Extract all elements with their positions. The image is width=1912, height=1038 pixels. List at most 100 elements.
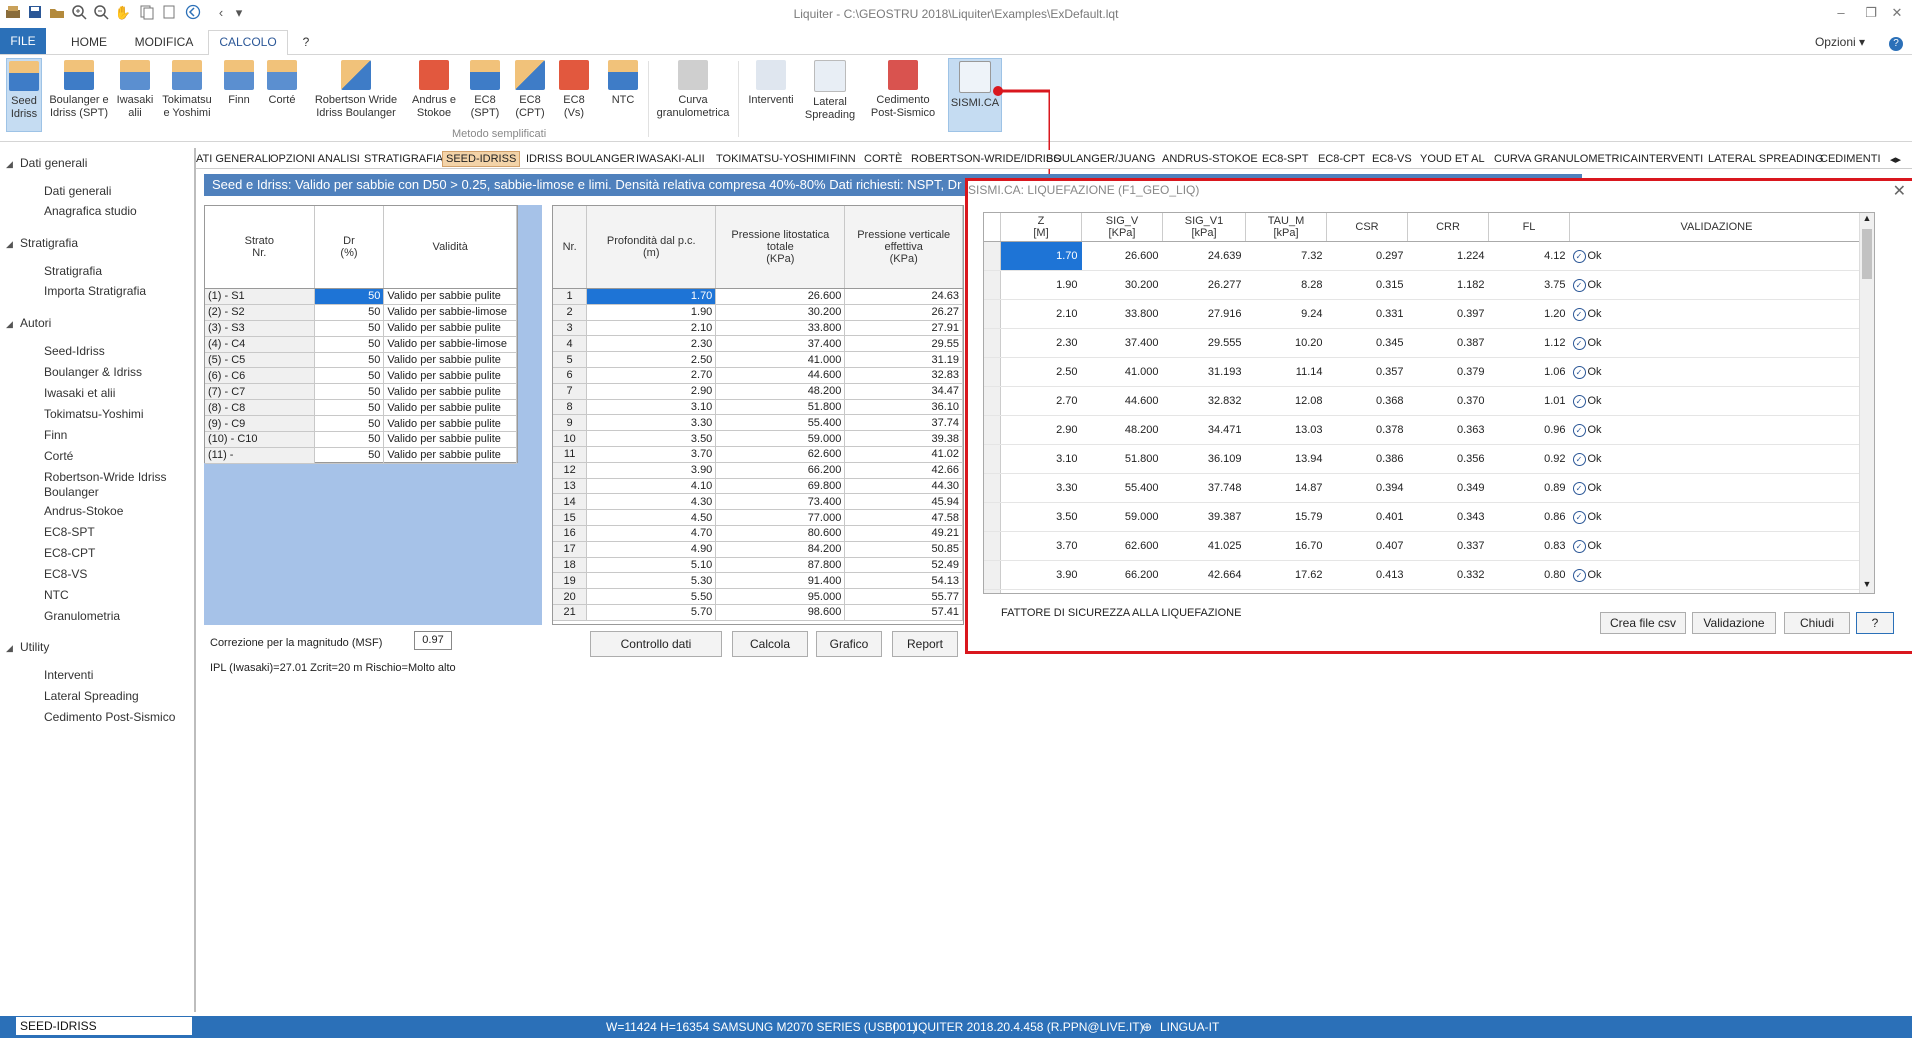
step-tabs-scroll-icon[interactable]: ◂▸: [1890, 153, 1901, 166]
dr-cell[interactable]: 50: [314, 447, 385, 464]
total-pressure-cell[interactable]: 48.200: [715, 383, 846, 400]
validation-cell[interactable]: ✓Ok: [1569, 560, 1864, 590]
effective-pressure-cell[interactable]: 54.13: [844, 572, 963, 590]
sig-v1-cell[interactable]: 27.916: [1162, 299, 1246, 329]
row-number-cell[interactable]: 4: [553, 335, 588, 353]
depth-cell[interactable]: 2.30: [586, 335, 717, 353]
help-icon[interactable]: ?: [1886, 31, 1906, 53]
sig-v-cell[interactable]: 44.600: [1081, 386, 1163, 416]
tau-m-cell[interactable]: 18.52: [1245, 589, 1327, 593]
crr-cell[interactable]: 0.332: [1407, 560, 1489, 590]
tab-help[interactable]: ?: [292, 31, 320, 53]
tau-m-cell[interactable]: 12.08: [1245, 386, 1327, 416]
fl-cell[interactable]: 1.01: [1488, 386, 1570, 416]
table-row[interactable]: 6 2.70 44.600 32.83: [553, 367, 963, 384]
scroll-down-icon[interactable]: ▼: [1861, 579, 1873, 593]
restore-icon[interactable]: ❐: [1860, 4, 1882, 22]
sig-v-cell[interactable]: 55.400: [1081, 473, 1163, 503]
validation-cell[interactable]: ✓Ok: [1569, 270, 1864, 300]
nav-item-seed-idriss[interactable]: Seed-Idriss: [44, 344, 184, 359]
nav-item-finn[interactable]: Finn: [44, 428, 184, 443]
z-cell[interactable]: 3.50: [1000, 502, 1082, 532]
tau-m-cell[interactable]: 17.62: [1245, 560, 1327, 590]
depth-cell[interactable]: 3.70: [586, 446, 717, 463]
depth-cell[interactable]: 4.10: [586, 478, 717, 495]
table-row[interactable]: 18 5.10 87.800 52.49: [553, 557, 963, 574]
fl-cell[interactable]: 3.75: [1488, 270, 1570, 300]
sig-v1-cell[interactable]: 34.471: [1162, 415, 1246, 445]
table-row[interactable]: 2.10 33.800 27.916 9.24 0.331 0.397 1.20 ✓ Ok: [984, 299, 1864, 329]
dr-cell[interactable]: 50: [314, 304, 385, 321]
sig-v1-cell[interactable]: 41.025: [1162, 531, 1246, 561]
row-number-cell[interactable]: 12: [553, 462, 588, 479]
strato-cell[interactable]: (3) - S3: [205, 320, 315, 337]
effective-pressure-cell[interactable]: 34.47: [844, 383, 963, 400]
ribbon-btn-ntc[interactable]: NTC: [604, 58, 642, 130]
sig-v1-cell[interactable]: 44.303: [1162, 589, 1246, 593]
tau-m-cell[interactable]: 9.24: [1245, 299, 1327, 329]
row-number-cell[interactable]: 2: [553, 304, 588, 321]
ribbon-btn-interventi[interactable]: Interventi: [744, 58, 798, 130]
ribbon-btn-cedimento[interactable]: Cedimento Post-Sismico: [866, 58, 940, 130]
step-tab[interactable]: TOKIMATSU-YOSHIMI: [716, 153, 829, 165]
step-tab[interactable]: EC8-SPT: [1262, 153, 1308, 165]
validita-cell[interactable]: Valido per sabbie pulite: [383, 399, 517, 417]
effective-pressure-cell[interactable]: 49.21: [844, 525, 963, 542]
ribbon-btn-boulanger-idriss[interactable]: Boulanger e Idriss (SPT): [46, 58, 112, 130]
row-selector[interactable]: [984, 357, 1001, 387]
depth-cell[interactable]: 3.10: [586, 399, 717, 416]
z-cell[interactable]: 4.10: [1000, 589, 1082, 593]
row-selector[interactable]: [984, 531, 1001, 561]
step-tab[interactable]: ROBERTSON-WRIDE/IDRISS: [911, 153, 1061, 165]
nav-item-iwasaki[interactable]: Iwasaki et alii: [44, 386, 184, 401]
validita-cell[interactable]: Valido per sabbie-limose: [383, 336, 517, 353]
row-number-cell[interactable]: 7: [553, 383, 588, 400]
row-selector[interactable]: [984, 473, 1001, 503]
table-row[interactable]: 20 5.50 95.000 55.77: [553, 588, 963, 605]
row-number-cell[interactable]: 8: [553, 399, 588, 416]
ribbon-btn-iwasaki[interactable]: Iwasaki alii: [114, 58, 156, 130]
sig-v-cell[interactable]: 59.000: [1081, 502, 1163, 532]
table-row[interactable]: 3.70 62.600 41.025 16.70 0.407 0.337 0.83 ✓ Ok: [984, 531, 1864, 561]
total-pressure-cell[interactable]: 44.600: [715, 367, 846, 384]
validita-cell[interactable]: Valido per sabbie pulite: [383, 415, 517, 433]
tau-m-cell[interactable]: 10.20: [1245, 328, 1327, 358]
csr-cell[interactable]: 0.378: [1326, 415, 1408, 445]
nav-item-stratigrafia[interactable]: Stratigrafia: [44, 264, 184, 279]
tau-m-cell[interactable]: 13.94: [1245, 444, 1327, 474]
fl-cell[interactable]: 1.12: [1488, 328, 1570, 358]
validita-cell[interactable]: Valido per sabbie pulite: [383, 431, 517, 448]
table-row[interactable]: 2.50 41.000 31.193 11.14 0.357 0.379 1.06 ✓ Ok: [984, 357, 1864, 387]
crr-cell[interactable]: 0.370: [1407, 386, 1489, 416]
row-number-cell[interactable]: 15: [553, 509, 588, 526]
depth-cell[interactable]: 2.70: [586, 367, 717, 384]
row-number-cell[interactable]: 19: [553, 572, 588, 590]
ribbon-btn-robertson[interactable]: Robertson Wride Idriss Boulanger: [308, 58, 404, 130]
table-row[interactable]: 8 3.10 51.800 36.10: [553, 399, 963, 416]
table-row[interactable]: 11 3.70 62.600 41.02: [553, 446, 963, 463]
dr-cell[interactable]: 50: [314, 383, 385, 401]
effective-pressure-cell[interactable]: 44.30: [844, 478, 963, 495]
validation-cell[interactable]: ✓Ok: [1569, 473, 1864, 503]
sig-v-cell[interactable]: 48.200: [1081, 415, 1163, 445]
row-selector[interactable]: [984, 299, 1001, 329]
depth-cell[interactable]: 5.70: [586, 604, 717, 621]
step-tab[interactable]: IWASAKI-ALII: [636, 153, 705, 165]
strato-cell[interactable]: (5) - C5: [205, 352, 315, 369]
validation-cell[interactable]: ✓Ok: [1569, 444, 1864, 474]
table-row[interactable]: 13 4.10 69.800 44.30: [553, 478, 963, 495]
row-selector[interactable]: [984, 502, 1001, 532]
ribbon-btn-lateral-spreading[interactable]: Lateral Spreading: [802, 58, 858, 130]
ribbon-btn-ec8-vs[interactable]: EC8 (Vs): [556, 58, 592, 130]
nav-item-ntc[interactable]: NTC: [44, 588, 184, 603]
tau-m-cell[interactable]: 15.79: [1245, 502, 1327, 532]
csr-cell[interactable]: 0.413: [1326, 560, 1408, 590]
strato-cell[interactable]: (9) - C9: [205, 415, 315, 433]
crr-cell[interactable]: 0.363: [1407, 415, 1489, 445]
total-pressure-cell[interactable]: 30.200: [715, 304, 846, 321]
row-selector[interactable]: [984, 270, 1001, 300]
nav-group-utility[interactable]: ◢ Utility: [6, 640, 49, 654]
validation-cell[interactable]: ✓Ok: [1569, 299, 1864, 329]
depth-cell[interactable]: 2.50: [586, 351, 717, 368]
strato-cell[interactable]: (11) -: [205, 447, 315, 464]
